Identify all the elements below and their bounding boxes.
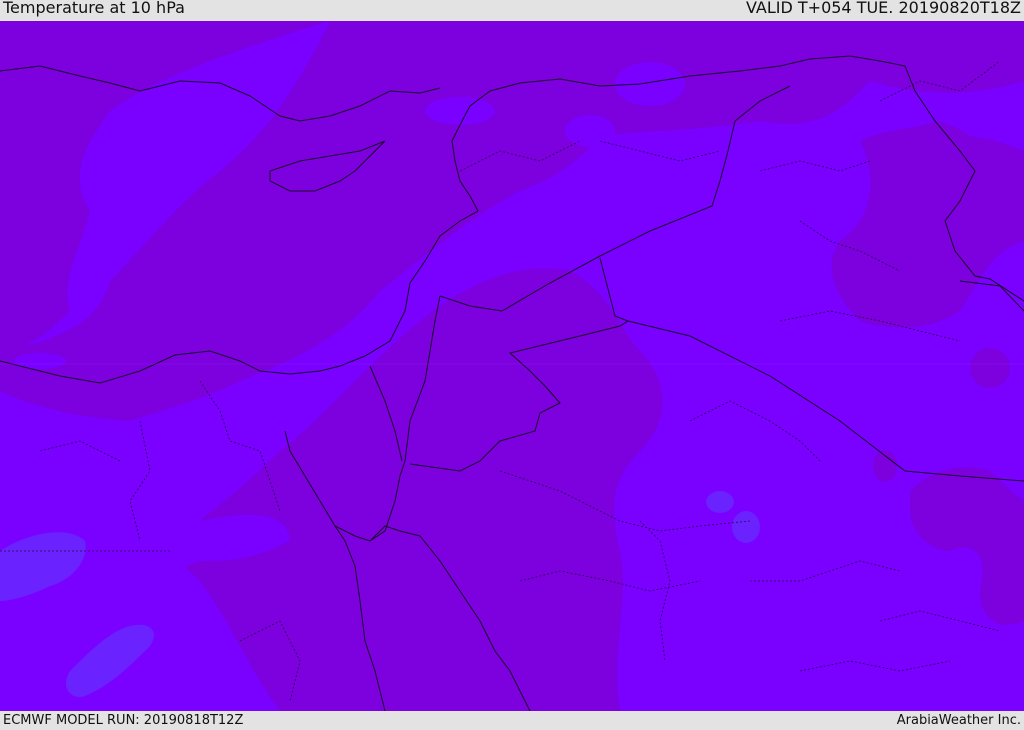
warm-pocket — [615, 62, 685, 106]
warm-pocket — [425, 97, 495, 125]
map-title: Temperature at 10 hPa — [3, 0, 185, 17]
brand-label: ArabiaWeather Inc. — [896, 713, 1021, 728]
temperature-map[interactable] — [0, 21, 1024, 711]
warm-pocket — [565, 115, 615, 147]
temperature-pocket — [873, 450, 897, 482]
map-header: Temperature at 10 hPa VALID T+054 TUE. 2… — [0, 0, 1024, 21]
map-footer: ECMWF MODEL RUN: 20190818T12Z ArabiaWeat… — [0, 711, 1024, 729]
valid-time-label: VALID T+054 TUE. 20190820T18Z — [745, 0, 1021, 17]
cold-pocket — [706, 491, 734, 513]
temperature-pocket — [970, 348, 1010, 388]
warm-pocket — [956, 103, 1024, 139]
cold-pocket — [732, 511, 760, 543]
map-canvas — [0, 21, 1024, 711]
model-run-label: ECMWF MODEL RUN: 20190818T12Z — [3, 713, 244, 728]
